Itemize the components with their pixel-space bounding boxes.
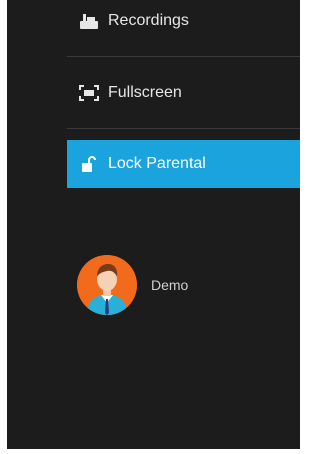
menu-item-fullscreen[interactable]: Fullscreen bbox=[67, 76, 300, 110]
menu-divider bbox=[67, 56, 300, 57]
menu-item-label: Lock Parental bbox=[108, 155, 206, 172]
menu-item-lock-parental[interactable]: Lock Parental bbox=[67, 140, 300, 188]
menu-item-label: Recordings bbox=[108, 12, 189, 29]
menu-item-recordings[interactable]: Recordings bbox=[67, 4, 300, 38]
side-menu-panel: Recordings Fullscreen Lock Parental Demo bbox=[7, 0, 300, 449]
fullscreen-icon bbox=[78, 83, 100, 103]
profile-name: Demo bbox=[151, 277, 189, 293]
lock-open-icon bbox=[78, 154, 100, 174]
avatar[interactable] bbox=[77, 255, 137, 315]
user-avatar-icon bbox=[77, 255, 137, 315]
recordings-icon bbox=[78, 11, 100, 31]
user-profile[interactable]: Demo bbox=[77, 255, 188, 315]
menu-divider bbox=[67, 128, 300, 129]
menu-item-label: Fullscreen bbox=[108, 84, 182, 101]
